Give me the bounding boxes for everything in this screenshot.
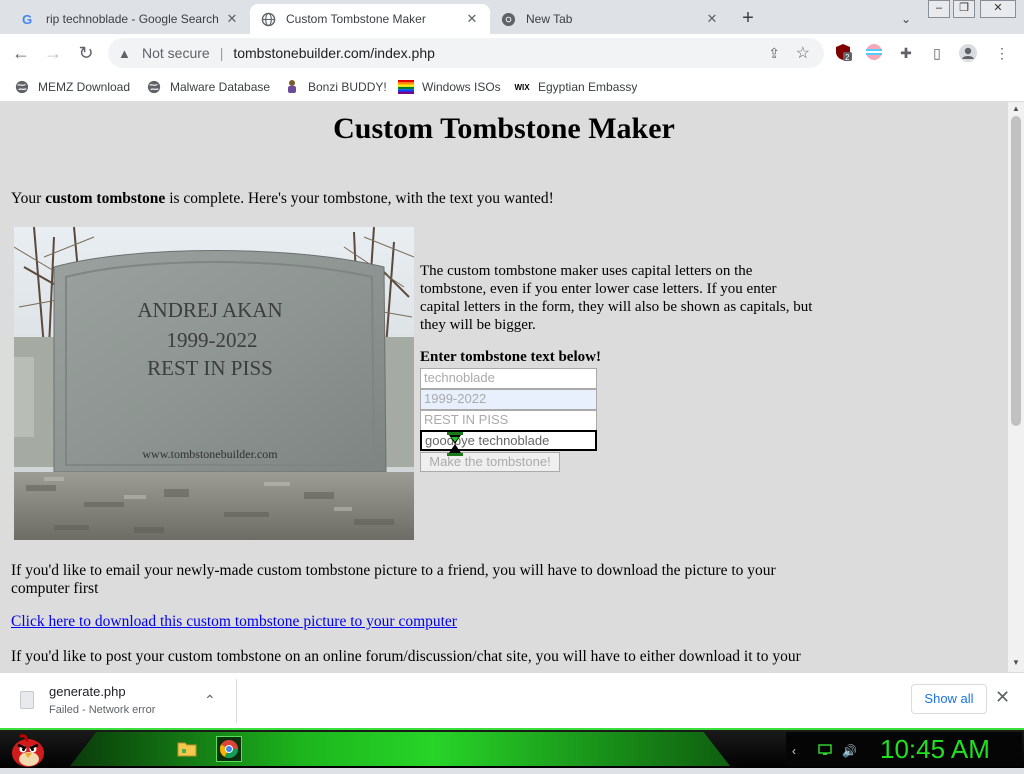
scroll-down-arrow-icon[interactable]: ▼ xyxy=(1011,658,1021,667)
complete-message: Your custom tombstone is complete. Here'… xyxy=(11,190,554,208)
tombstone-line-1-input[interactable]: technoblade xyxy=(420,368,597,389)
new-tab-button[interactable]: + xyxy=(737,8,759,30)
globe-icon xyxy=(146,79,162,95)
close-window-button[interactable]: ✕ xyxy=(980,0,1016,18)
close-tab-icon[interactable]: ✕ xyxy=(704,11,720,27)
globe-icon xyxy=(260,11,276,27)
bookmark-label: MEMZ Download xyxy=(38,80,131,94)
download-status: Failed - Network error xyxy=(49,704,156,716)
tab-title: rip technoblade - Google Search xyxy=(46,12,219,26)
side-panel-icon[interactable]: ▯ xyxy=(927,43,947,63)
tab-strip: G rip technoblade - Google Search ✕ Cust… xyxy=(0,0,1024,34)
tab-custom-tombstone-maker[interactable]: Custom Tombstone Maker ✕ xyxy=(250,4,490,34)
bookmark-star-icon[interactable]: ☆ xyxy=(796,43,810,63)
tombstone-line-3-input[interactable]: REST IN PISS xyxy=(420,410,597,431)
tombstone-site-text: www.tombstonebuilder.com xyxy=(142,447,278,461)
tab-title: New Tab xyxy=(526,12,573,26)
file-explorer-icon[interactable] xyxy=(174,736,200,762)
close-downloads-bar-icon[interactable]: ✕ xyxy=(995,687,1010,708)
bookmark-label: Bonzi BUDDY! xyxy=(308,80,387,94)
scroll-up-arrow-icon[interactable]: ▲ xyxy=(1011,104,1021,113)
back-arrow-icon[interactable]: ← xyxy=(8,40,34,66)
tombstone-description: The custom tombstone maker uses capital … xyxy=(420,263,813,333)
bookmark-label: Windows ISOs xyxy=(422,80,501,94)
forward-arrow-icon[interactable]: → xyxy=(40,40,66,66)
network-icon[interactable] xyxy=(818,744,832,759)
taskbar: ‹ 🔊 10:45 AM xyxy=(0,728,1024,768)
bonzi-icon xyxy=(284,79,300,95)
tombstone-line-3: REST IN PISS xyxy=(147,356,273,380)
tombstone-line-2: 1999-2022 xyxy=(167,328,258,352)
tab-new-tab[interactable]: New Tab ✕ xyxy=(490,4,730,34)
reload-icon[interactable]: ↻ xyxy=(73,40,99,66)
file-icon xyxy=(20,691,34,709)
email-instructions: If you'd like to email your newly-made c… xyxy=(11,562,776,597)
wix-icon: WIX xyxy=(514,82,530,92)
windows-icon xyxy=(398,79,414,95)
security-label[interactable]: Not secure xyxy=(142,45,210,61)
warning-icon[interactable]: ▲ xyxy=(118,46,134,61)
web-page: Custom Tombstone Maker Your custom tombs… xyxy=(0,102,1008,672)
tombstone-line-1: ANDREJ AKAN xyxy=(137,298,282,322)
complete-text-pre: Your xyxy=(11,190,46,207)
share-icon[interactable]: ⇪ xyxy=(768,45,780,62)
make-tombstone-button[interactable]: Make the tombstone! xyxy=(420,452,560,472)
close-tab-icon[interactable]: ✕ xyxy=(224,11,240,27)
url-text[interactable]: tombstonebuilder.com/index.php xyxy=(233,45,435,61)
globe-icon xyxy=(14,79,30,95)
enter-text-label: Enter tombstone text below! xyxy=(420,349,601,365)
tab-search-chevron-icon[interactable]: ⌄ xyxy=(896,9,916,29)
menu-kebab-icon[interactable]: ⋮ xyxy=(992,43,1012,63)
bookmark-label: Egyptian Embassy xyxy=(538,80,638,94)
extensions-puzzle-icon[interactable]: ✚ xyxy=(896,43,916,63)
bookmark-memz-download[interactable]: MEMZ Download xyxy=(14,77,130,97)
download-item[interactable]: generate.php Failed - Network error ⌃ xyxy=(0,679,237,723)
pride-extension-icon[interactable] xyxy=(864,43,884,63)
profile-avatar-icon[interactable] xyxy=(958,43,978,63)
chevron-up-icon[interactable]: ⌃ xyxy=(204,692,216,709)
close-tab-icon[interactable]: ✕ xyxy=(464,11,480,27)
bookmark-bonzi-buddy[interactable]: Bonzi BUDDY! xyxy=(284,77,387,97)
page-title: Custom Tombstone Maker xyxy=(333,112,675,145)
bookmark-label: Malware Database xyxy=(170,80,271,94)
tombstone-line-2-input[interactable]: 1999-2022 xyxy=(420,389,597,410)
extension-badge: 2 xyxy=(845,53,850,61)
volume-icon[interactable]: 🔊 xyxy=(842,744,857,758)
ublock-extension-icon[interactable]: 2 xyxy=(833,43,853,63)
bookmark-egyptian-embassy[interactable]: WIX Egyptian Embassy xyxy=(514,77,637,97)
bookmark-windows-isos[interactable]: Windows ISOs xyxy=(398,77,501,97)
divider: | xyxy=(219,45,224,61)
tab-google-search[interactable]: G rip technoblade - Google Search ✕ xyxy=(10,4,250,34)
download-filename: generate.php xyxy=(49,684,126,699)
busy-cursor-icon xyxy=(444,432,466,461)
bookmark-malware-database[interactable]: Malware Database xyxy=(146,77,270,97)
complete-text-bold: custom tombstone xyxy=(45,190,166,207)
scroll-thumb[interactable] xyxy=(1011,116,1021,426)
bookmarks-bar: MEMZ Download Malware Database Bonzi BUD… xyxy=(0,72,1024,102)
chrome-icon xyxy=(500,11,516,27)
start-angry-bird-icon[interactable] xyxy=(8,731,48,769)
tombstone-image: ANDREJ AKAN 1999-2022 REST IN PISS www.t… xyxy=(14,227,414,540)
forum-instructions: If you'd like to post your custom tombst… xyxy=(11,648,801,665)
google-icon: G xyxy=(20,11,36,27)
tray-chevron-icon[interactable]: ‹ xyxy=(792,744,796,758)
svg-text:G: G xyxy=(21,12,31,27)
browser-toolbar: ← → ↻ ▲ Not secure | tombstonebuilder.co… xyxy=(0,34,1024,72)
complete-text-post: is complete. Here's your tombstone, with… xyxy=(165,190,554,207)
minimize-button[interactable]: ‒ xyxy=(928,0,950,18)
download-picture-link[interactable]: Click here to download this custom tombs… xyxy=(11,613,457,631)
taskbar-clock[interactable]: 10:45 AM xyxy=(880,734,990,765)
downloads-bar: generate.php Failed - Network error ⌃ Sh… xyxy=(0,672,1024,728)
address-bar[interactable]: ▲ Not secure | tombstonebuilder.com/inde… xyxy=(108,38,824,68)
taskbar-green-band xyxy=(70,732,730,766)
restore-button[interactable]: ❐ xyxy=(953,0,975,18)
chrome-taskbar-icon[interactable] xyxy=(216,736,242,762)
vertical-scrollbar[interactable]: ▲ ▼ xyxy=(1008,102,1024,672)
show-all-downloads-button[interactable]: Show all xyxy=(911,684,987,714)
tab-title: Custom Tombstone Maker xyxy=(286,12,426,26)
